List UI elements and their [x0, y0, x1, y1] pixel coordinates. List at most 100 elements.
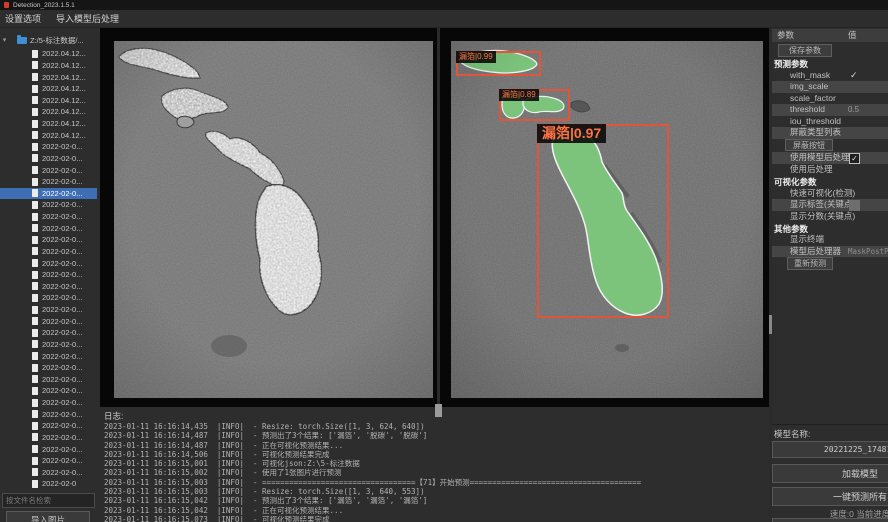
- file-icon: [32, 433, 38, 441]
- log-line: 2023-01-11 16:16:15,042 |INFO| - 正在可视化预测…: [104, 506, 641, 515]
- log-line: 2023-01-11 16:16:15,003 |INFO| - =======…: [104, 478, 641, 487]
- tree-item[interactable]: 2022-02-0...: [0, 153, 97, 165]
- tree-item[interactable]: 2022-02-0...: [0, 467, 97, 479]
- tree-item[interactable]: 2022.04.12...: [0, 129, 97, 141]
- tree-root[interactable]: ▾ Z:/5-标注数据/...: [0, 34, 97, 46]
- param-row-use-model-post[interactable]: 使用模型后处理 ✓: [772, 152, 888, 164]
- tree-item[interactable]: 2022.04.12...: [0, 83, 97, 95]
- predict-all-button[interactable]: 一键预测所有: [772, 487, 888, 506]
- tree-item[interactable]: 2022-02-0...: [0, 164, 97, 176]
- import-images-button[interactable]: 导入图片: [6, 511, 90, 522]
- repredict-button[interactable]: 重新预测: [787, 257, 833, 270]
- post-process-params-button[interactable]: 后处理参数设置: [772, 518, 888, 522]
- mask-button[interactable]: 屏蔽按钮: [785, 139, 833, 151]
- file-icon: [32, 96, 38, 104]
- filename-search-input[interactable]: [2, 493, 95, 508]
- param-row-quick-vis[interactable]: 快速可视化(检测): [772, 188, 888, 200]
- tree-item[interactable]: 2022-02-0...: [0, 176, 97, 188]
- tree-item[interactable]: 2022-02-0: [0, 478, 97, 490]
- param-name: scale_factor: [790, 93, 836, 103]
- tree-item[interactable]: 2022-02-0...: [0, 257, 97, 269]
- chevron-down-icon[interactable]: ▾: [0, 36, 9, 44]
- tree-item[interactable]: 2022.04.12...: [0, 60, 97, 72]
- tree-item[interactable]: 2022-02-0...: [0, 315, 97, 327]
- param-value[interactable]: 0.5: [848, 104, 859, 116]
- detection-label-1: 漏箔|0.99: [456, 51, 496, 63]
- param-row-iou-threshold[interactable]: iou_threshold: [772, 116, 888, 128]
- param-row-img-scale[interactable]: img_scale: [772, 81, 888, 93]
- param-row-show-label[interactable]: 显示标签(关键点): [772, 199, 888, 211]
- tree-item[interactable]: 2022-02-0...: [0, 455, 97, 467]
- tree-item[interactable]: 2022-02-0...: [0, 269, 97, 281]
- log-line: 2023-01-11 16:16:15,073 |INFO| - 可视化预测结果…: [104, 515, 641, 522]
- param-row-show-terminal[interactable]: 显示终端: [772, 234, 888, 246]
- tree-item[interactable]: 2022-02-0...: [0, 234, 97, 246]
- param-name: iou_threshold: [790, 116, 841, 126]
- tree-item[interactable]: 2022-02-0...: [0, 339, 97, 351]
- prediction-viewport[interactable]: 漏箔|0.99 漏箔|0.89 漏箔|0.97: [440, 28, 769, 407]
- model-name-combo[interactable]: 20221225_174813: [772, 441, 888, 458]
- log-panel: 日志: 2023-01-11 16:16:14,435 |INFO| - Res…: [100, 407, 769, 522]
- file-icon: [32, 294, 38, 302]
- param-row-show-score[interactable]: 显示分数(关键点): [772, 211, 888, 223]
- tree-item[interactable]: 2022-02-0...: [0, 443, 97, 455]
- detection-label-2: 漏箔|0.89: [499, 89, 539, 101]
- tree-item[interactable]: 2022-02-0...: [0, 188, 97, 200]
- tree-item[interactable]: 2022-02-0...: [0, 281, 97, 293]
- load-model-button[interactable]: 加载模型: [772, 464, 888, 483]
- param-row-threshold[interactable]: threshold 0.5: [772, 104, 888, 116]
- tree-item[interactable]: 2022.04.12...: [0, 106, 97, 118]
- tree-item[interactable]: 2022-02-0...: [0, 222, 97, 234]
- save-params-button[interactable]: 保存参数: [778, 44, 832, 57]
- tree-item-label: 2022.04.12...: [42, 73, 86, 82]
- tree-item[interactable]: 2022-02-0...: [0, 304, 97, 316]
- param-name: img_scale: [790, 81, 828, 91]
- tree-item[interactable]: 2022.04.12...: [0, 71, 97, 83]
- raw-image-viewport[interactable]: [100, 28, 437, 407]
- tree-item[interactable]: 2022-02-0...: [0, 408, 97, 420]
- tree-item-label: 2022-02-0...: [42, 386, 82, 395]
- tree-root-label: Z:/5-标注数据/...: [30, 35, 84, 46]
- prediction-image: 漏箔|0.99 漏箔|0.89 漏箔|0.97: [451, 41, 763, 398]
- tree-item[interactable]: 2022-02-0...: [0, 420, 97, 432]
- tree-item[interactable]: 2022-02-0...: [0, 141, 97, 153]
- param-row-use-post[interactable]: 使用后处理: [772, 164, 888, 176]
- tree-item[interactable]: 2022.04.12...: [0, 118, 97, 130]
- tree-item[interactable]: 2022-02-0...: [0, 432, 97, 444]
- file-icon: [32, 352, 38, 360]
- tree-item-label: 2022-02-0...: [42, 177, 82, 186]
- file-icon: [32, 445, 38, 453]
- tree-item[interactable]: 2022-02-0...: [0, 385, 97, 397]
- splitter-handle[interactable]: [435, 404, 442, 417]
- tree-item[interactable]: 2022-02-0...: [0, 292, 97, 304]
- param-row-model-post[interactable]: 模型后处理器 MaskPostPro: [772, 246, 888, 258]
- tree-item-label: 2022-02-0...: [42, 200, 82, 209]
- tree-item[interactable]: 2022.04.12...: [0, 95, 97, 107]
- menu-item-settings[interactable]: 设置选项: [5, 12, 41, 25]
- tree-item[interactable]: 2022-02-0...: [0, 246, 97, 258]
- log-lines[interactable]: 2023-01-11 16:16:14,435 |INFO| - Resize:…: [104, 422, 641, 522]
- checkbox-checked[interactable]: ✓: [849, 153, 860, 164]
- checkbox-unchecked[interactable]: [849, 200, 860, 211]
- tree-item[interactable]: 2022-02-0...: [0, 199, 97, 211]
- tree-item[interactable]: 2022-02-0...: [0, 327, 97, 339]
- tree-item[interactable]: 2022-02-0...: [0, 350, 97, 362]
- param-name: threshold: [790, 104, 825, 114]
- file-icon: [32, 108, 38, 116]
- tree-item-label: 2022-02-0...: [42, 340, 82, 349]
- file-icon: [32, 387, 38, 395]
- tree-item-label: 2022.04.12...: [42, 107, 86, 116]
- param-row-mask-type-list[interactable]: 屏蔽类型列表: [772, 127, 888, 139]
- tree-item[interactable]: 2022-02-0...: [0, 374, 97, 386]
- tree-item[interactable]: 2022.04.12...: [0, 48, 97, 60]
- params-panel: 参数 值 保存参数 预测参数 with_mask ✓ img_scale sca…: [772, 28, 888, 522]
- tree-item[interactable]: 2022-02-0...: [0, 362, 97, 374]
- tree-item-label: 2022-02-0...: [42, 433, 82, 442]
- param-row-with-mask[interactable]: with_mask ✓: [772, 70, 888, 82]
- menu-item-import-model-post[interactable]: 导入模型后处理: [56, 12, 119, 25]
- tree-item[interactable]: 2022-02-0...: [0, 397, 97, 409]
- param-row-scale-factor[interactable]: scale_factor: [772, 93, 888, 105]
- scrollbar-thumb[interactable]: [769, 315, 772, 334]
- tree-item[interactable]: 2022-02-0...: [0, 211, 97, 223]
- file-icon: [32, 468, 38, 476]
